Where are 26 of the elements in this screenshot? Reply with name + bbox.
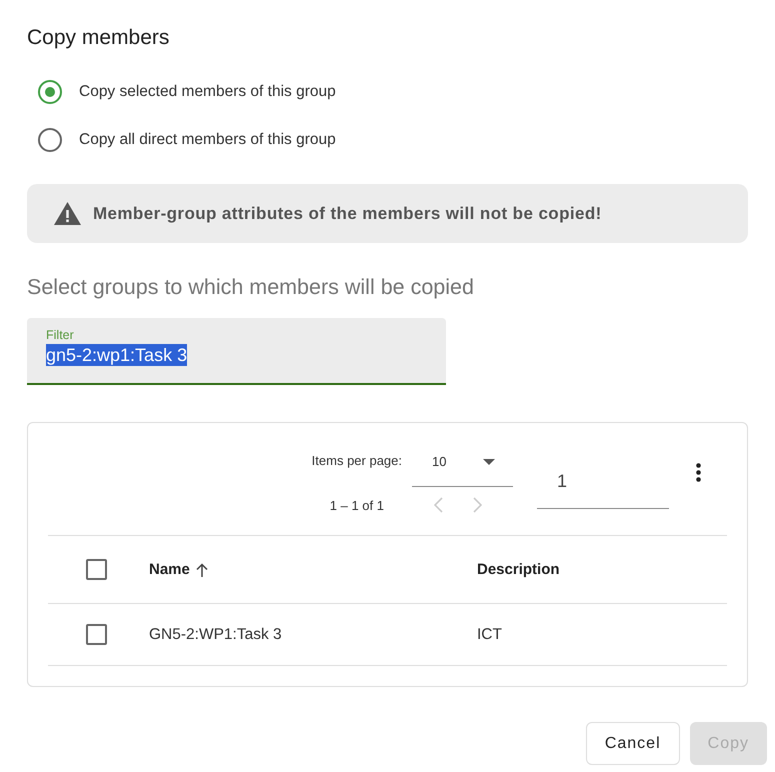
table-cell-text: GN5-2:WP1:Task 3 xyxy=(149,626,283,644)
dialog-title: Copy members xyxy=(27,25,170,51)
select-all-checkbox[interactable] xyxy=(86,559,107,580)
column-header[interactable]: Description xyxy=(477,561,727,578)
dropdown-caret-icon xyxy=(483,458,495,464)
row-checkbox[interactable] xyxy=(86,624,107,645)
radio-option[interactable]: Copy all direct members of this group xyxy=(38,128,748,152)
field-value: gn5-2:wp1:Task 3 xyxy=(46,344,188,366)
section-heading: Select groups to which members will be copied xyxy=(27,274,475,301)
radio-button[interactable] xyxy=(38,128,62,152)
field-label: Filter xyxy=(46,328,75,342)
filter-field[interactable]: Filter gn5-2:wp1:Task 3 xyxy=(27,318,446,385)
radio-label: Copy selected members of this group xyxy=(79,83,336,101)
warning-text: Member-group attributes of the members will not be copied! xyxy=(93,204,602,224)
dialog-button[interactable]: Cancel xyxy=(586,722,680,765)
page-size-select[interactable]: 10 xyxy=(412,423,513,487)
radio-button[interactable] xyxy=(38,80,62,104)
page-number-field[interactable]: 1 xyxy=(537,454,669,509)
range-label: 1 – 1 of 1 xyxy=(330,498,385,512)
warning-icon xyxy=(54,202,81,225)
sort-arrow-icon xyxy=(196,562,208,576)
table-cell-text: ICT xyxy=(477,626,503,644)
radio-label: Copy all direct members of this group xyxy=(79,131,336,149)
items-per-page-label: Items per page: xyxy=(312,452,403,468)
column-header[interactable]: Name xyxy=(149,561,477,578)
radio-option[interactable]: Copy selected members of this group xyxy=(38,80,748,104)
